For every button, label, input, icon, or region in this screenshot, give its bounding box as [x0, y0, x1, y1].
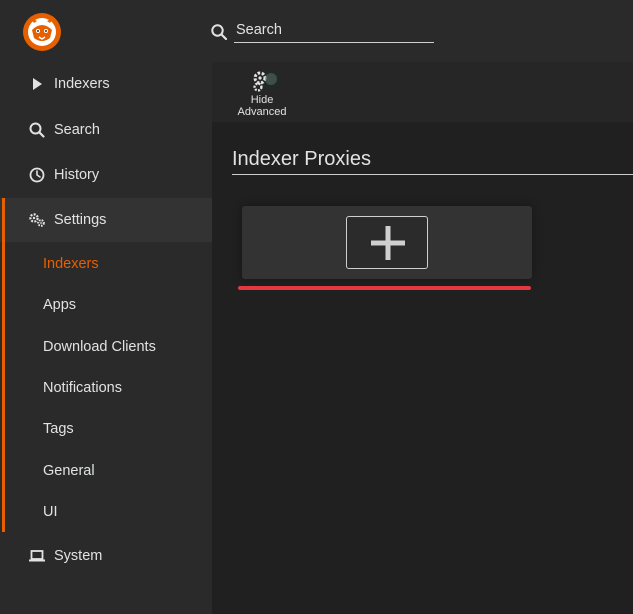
- cogs-icon: [29, 213, 45, 227]
- advanced-settings-icon: [253, 71, 277, 92]
- sidebar-subitem-label: UI: [43, 504, 58, 520]
- search-icon: [29, 122, 45, 138]
- hide-advanced-button[interactable]: Hide Advanced: [232, 68, 292, 120]
- sidebar-item-search[interactable]: Search: [0, 108, 212, 152]
- page-title: Indexer Proxies: [232, 148, 371, 170]
- sidebar-subitem-label: Download Clients: [43, 339, 156, 355]
- hide-advanced-label: Hide Advanced: [232, 94, 292, 118]
- app-logo[interactable]: [21, 12, 63, 52]
- sidebar-subitem-label: Tags: [43, 421, 74, 437]
- search-input[interactable]: Search: [236, 22, 282, 38]
- page-header: Search: [0, 0, 633, 62]
- sidebar-subitem-general[interactable]: General: [0, 451, 212, 491]
- sidebar-subitem-notifications[interactable]: Notifications: [0, 368, 212, 408]
- sidebar-item-label: Indexers: [54, 76, 110, 92]
- sidebar-subitem-ui[interactable]: UI: [0, 492, 212, 532]
- sidebar-item-label: System: [54, 548, 103, 564]
- plus-icon: [371, 226, 405, 260]
- hide-advanced-label-line1: Hide: [250, 94, 274, 106]
- laptop-icon: [29, 550, 45, 562]
- sidebar-item-label: History: [54, 167, 100, 183]
- sidebar-item-label: Search: [54, 122, 100, 138]
- sidebar-subitem-label: Apps: [43, 297, 77, 313]
- settings-active-indicator: [2, 198, 5, 532]
- sidebar-subitem-tags[interactable]: Tags: [0, 409, 212, 449]
- add-proxy-card[interactable]: [242, 206, 532, 279]
- add-proxy-button[interactable]: [346, 216, 428, 269]
- sidebar-subitem-label: General: [43, 463, 95, 479]
- sidebar-subitem-indexers[interactable]: Indexers: [0, 244, 212, 284]
- sidebar-subitem-download-clients[interactable]: Download Clients: [0, 327, 212, 367]
- highlight-underline: [238, 286, 531, 290]
- sidebar-subitem-label: Notifications: [43, 380, 122, 396]
- global-search[interactable]: Search: [210, 18, 434, 44]
- sidebar-item-system[interactable]: System: [0, 534, 212, 578]
- sidebar-subitem-apps[interactable]: Apps: [0, 285, 212, 325]
- title-divider: [232, 174, 633, 175]
- sidebar-subitem-label: Indexers: [43, 256, 99, 272]
- hide-advanced-label-line2: Advanced: [237, 106, 287, 118]
- sidebar-item-history[interactable]: History: [0, 153, 212, 197]
- sidebar-item-label: Settings: [54, 212, 107, 228]
- sidebar-item-indexers[interactable]: Indexers: [0, 62, 212, 106]
- clock-icon: [29, 167, 45, 183]
- page-toolbar: Hide Advanced: [212, 62, 633, 122]
- search-underline: [234, 42, 434, 43]
- play-icon: [33, 78, 42, 90]
- sidebar-item-settings[interactable]: Settings: [0, 198, 212, 242]
- sidebar: Indexers Search History Settings Indexer…: [0, 62, 212, 614]
- search-icon: [211, 24, 228, 41]
